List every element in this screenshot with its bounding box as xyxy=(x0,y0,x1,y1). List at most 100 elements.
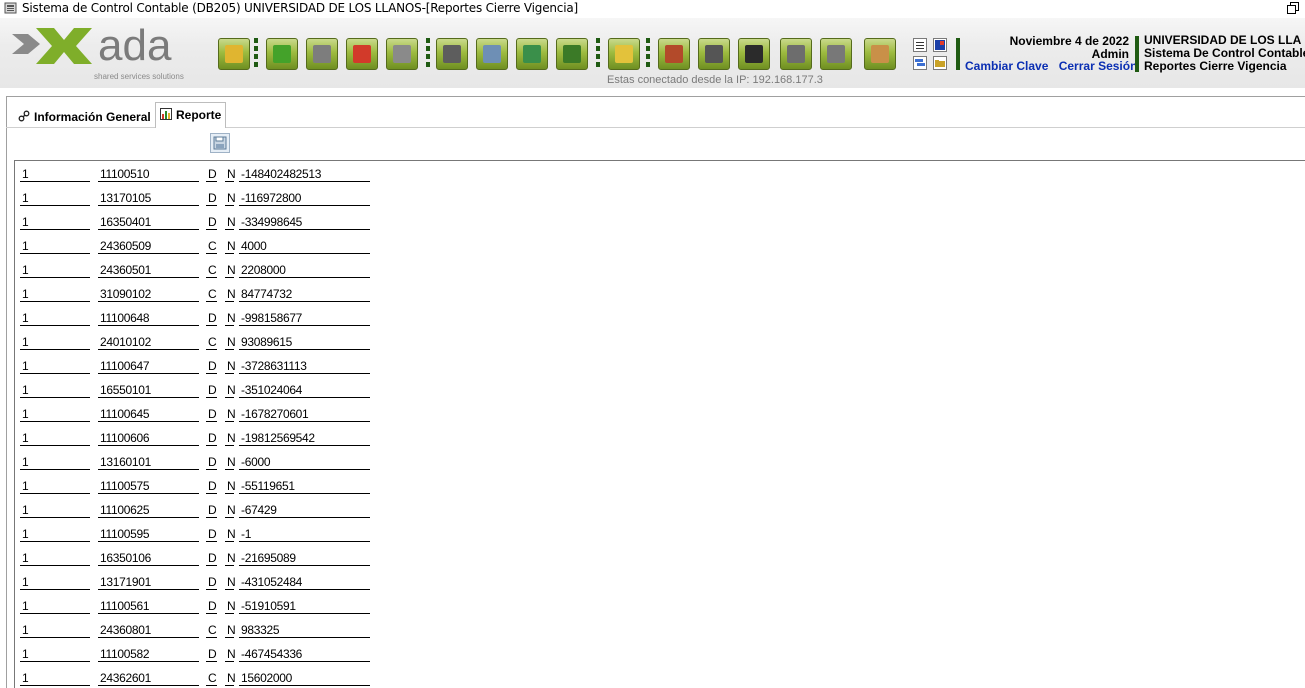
row-field-1[interactable]: 1 xyxy=(22,191,29,205)
row-field-1[interactable]: 1 xyxy=(22,455,29,469)
row-field-5[interactable]: -67429 xyxy=(241,503,277,517)
row-field-2[interactable]: 13171901 xyxy=(100,575,151,589)
row-field-2[interactable]: 11100625 xyxy=(100,503,150,517)
reload-button[interactable] xyxy=(820,38,852,70)
table-row[interactable]: 1 11100595 D N -1 xyxy=(15,521,1305,545)
row-field-4[interactable]: N xyxy=(227,335,236,349)
row-field-4[interactable]: N xyxy=(227,431,236,445)
table-row[interactable]: 1 11100575 D N -55119651 xyxy=(15,473,1305,497)
table-row[interactable]: 1 11100561 D N -51910591 xyxy=(15,593,1305,617)
row-field-4[interactable]: N xyxy=(227,527,236,541)
grid-button[interactable] xyxy=(738,38,770,70)
table-row[interactable]: 1 11100625 D N -67429 xyxy=(15,497,1305,521)
row-field-5[interactable]: 93089615 xyxy=(241,335,292,349)
row-field-3[interactable]: D xyxy=(208,191,217,205)
camera-button[interactable] xyxy=(698,38,730,70)
row-field-3[interactable]: C xyxy=(208,263,217,277)
table-row[interactable]: 1 13171901 D N -431052484 xyxy=(15,569,1305,593)
row-field-2[interactable]: 11100575 xyxy=(100,479,150,493)
folder-mini-icon[interactable] xyxy=(933,56,947,70)
row-field-5[interactable]: 84774732 xyxy=(241,287,292,301)
row-field-1[interactable]: 1 xyxy=(22,215,29,229)
table-row[interactable]: 1 24010102 C N 93089615 xyxy=(15,329,1305,353)
row-field-4[interactable]: N xyxy=(227,263,236,277)
row-field-3[interactable]: D xyxy=(208,167,217,181)
row-field-1[interactable]: 1 xyxy=(22,599,29,613)
row-field-4[interactable]: N xyxy=(227,575,236,589)
row-field-5[interactable]: 2208000 xyxy=(241,263,286,277)
row-field-5[interactable]: -1 xyxy=(241,527,251,541)
table-row[interactable]: 1 16350401 D N -334998645 xyxy=(15,209,1305,233)
row-field-2[interactable]: 24360801 xyxy=(100,623,151,637)
money-button[interactable] xyxy=(658,38,690,70)
search-button[interactable] xyxy=(476,38,508,70)
row-field-5[interactable]: -148402482513 xyxy=(241,167,321,181)
row-field-1[interactable]: 1 xyxy=(22,551,29,565)
export-button[interactable] xyxy=(516,38,548,70)
row-field-2[interactable]: 24010102 xyxy=(100,335,151,349)
row-field-2[interactable]: 11100647 xyxy=(100,359,150,373)
row-field-3[interactable]: C xyxy=(208,287,217,301)
row-field-1[interactable]: 1 xyxy=(22,311,29,325)
row-field-4[interactable]: N xyxy=(227,407,236,421)
row-field-2[interactable]: 11100606 xyxy=(100,431,150,445)
row-field-5[interactable]: -1678270601 xyxy=(241,407,309,421)
row-field-1[interactable]: 1 xyxy=(22,407,29,421)
row-field-2[interactable]: 11100561 xyxy=(100,599,150,613)
print-button[interactable] xyxy=(436,38,468,70)
row-field-5[interactable]: -116972800 xyxy=(241,191,301,205)
row-field-4[interactable]: N xyxy=(227,647,236,661)
row-field-4[interactable]: N xyxy=(227,359,236,373)
row-field-3[interactable]: D xyxy=(208,311,217,325)
window-icon[interactable] xyxy=(933,38,947,52)
row-field-2[interactable]: 11100510 xyxy=(100,167,150,181)
row-field-3[interactable]: D xyxy=(208,407,217,421)
row-field-2[interactable]: 24362601 xyxy=(100,671,151,685)
table-row[interactable]: 1 11100647 D N -3728631113 xyxy=(15,353,1305,377)
row-field-1[interactable]: 1 xyxy=(22,575,29,589)
cart-button[interactable] xyxy=(780,38,812,70)
row-field-3[interactable]: C xyxy=(208,239,217,253)
table-row[interactable]: 1 13170105 D N -116972800 xyxy=(15,185,1305,209)
row-field-3[interactable]: D xyxy=(208,527,217,541)
row-field-3[interactable]: C xyxy=(208,671,217,685)
row-field-1[interactable]: 1 xyxy=(22,503,29,517)
row-field-4[interactable]: N xyxy=(227,671,236,685)
row-field-2[interactable]: 11100582 xyxy=(100,647,150,661)
row-field-2[interactable]: 16350401 xyxy=(100,215,151,229)
table-row[interactable]: 1 11100645 D N -1678270601 xyxy=(15,401,1305,425)
change-password-link[interactable]: Cambiar Clave xyxy=(965,59,1048,73)
report-list[interactable]: 1 11100510 D N -148402482513 1 13170105 D N -1169… xyxy=(14,160,1305,688)
row-field-2[interactable]: 24360509 xyxy=(100,239,151,253)
row-field-3[interactable]: D xyxy=(208,503,217,517)
row-field-4[interactable]: N xyxy=(227,239,236,253)
table-row[interactable]: 1 16350106 D N -21695089 xyxy=(15,545,1305,569)
undo-button[interactable] xyxy=(386,38,418,70)
row-field-2[interactable]: 16350106 xyxy=(100,551,151,565)
table-row[interactable]: 1 11100510 D N -148402482513 xyxy=(15,161,1305,185)
basket-button[interactable] xyxy=(556,38,588,70)
row-field-4[interactable]: N xyxy=(227,191,236,205)
row-field-5[interactable]: -21695089 xyxy=(241,551,296,565)
table-row[interactable]: 1 13160101 D N -6000 xyxy=(15,449,1305,473)
save-report-icon[interactable] xyxy=(210,133,230,153)
row-field-3[interactable]: D xyxy=(208,215,217,229)
row-field-4[interactable]: N xyxy=(227,311,236,325)
table-row[interactable]: 1 11100648 D N -998158677 xyxy=(15,305,1305,329)
row-field-2[interactable]: 24360501 xyxy=(100,263,151,277)
row-field-1[interactable]: 1 xyxy=(22,167,29,181)
row-field-5[interactable]: 4000 xyxy=(241,239,267,253)
row-field-5[interactable]: -55119651 xyxy=(241,479,295,493)
row-field-3[interactable]: D xyxy=(208,359,217,373)
row-field-1[interactable]: 1 xyxy=(22,383,29,397)
row-field-4[interactable]: N xyxy=(227,455,236,469)
row-field-3[interactable]: D xyxy=(208,383,217,397)
row-field-1[interactable]: 1 xyxy=(22,671,29,685)
row-field-1[interactable]: 1 xyxy=(22,431,29,445)
tab-reporte[interactable]: Reporte xyxy=(155,102,227,128)
lock-button[interactable] xyxy=(608,38,640,70)
row-field-4[interactable]: N xyxy=(227,551,236,565)
row-field-3[interactable]: C xyxy=(208,623,217,637)
new-button[interactable] xyxy=(266,38,298,70)
row-field-2[interactable]: 16550101 xyxy=(100,383,151,397)
